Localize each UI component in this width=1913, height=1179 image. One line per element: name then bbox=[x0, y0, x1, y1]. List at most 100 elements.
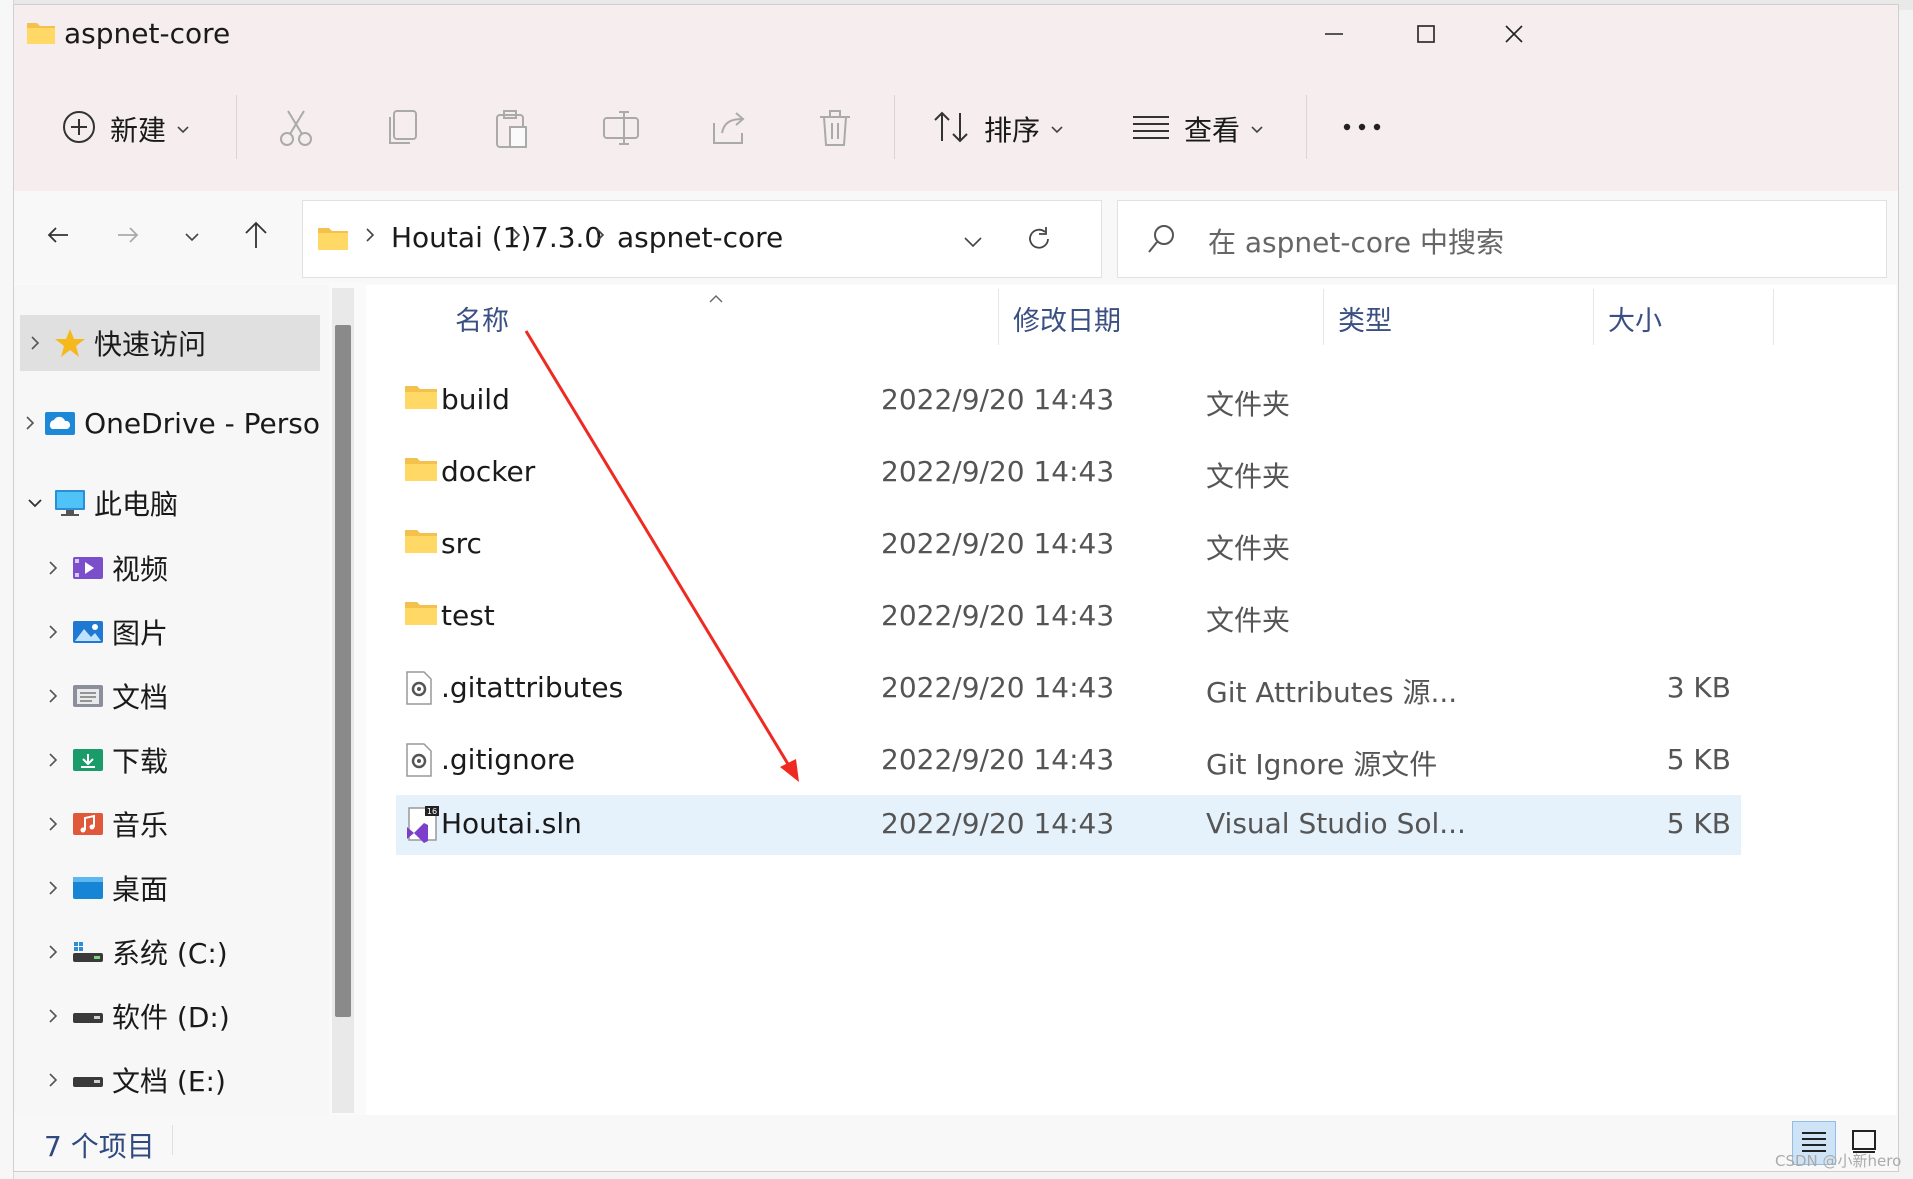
search-icon bbox=[1146, 223, 1176, 259]
view-button-label: 查看 bbox=[1184, 114, 1241, 147]
item-count: 7 个项目 bbox=[44, 1130, 155, 1163]
arrow-up-icon bbox=[243, 220, 269, 254]
file-explorer-window: aspnet-core 新建 排序 查看 Houtai (1) 7.3.0 as… bbox=[13, 4, 1899, 1172]
sidebar-item-label: 文档 (E:) bbox=[112, 1065, 226, 1098]
navigation-bar: Houtai (1) 7.3.0 aspnet-core 在 aspnet-co… bbox=[14, 191, 1898, 283]
sidebar-item-desktop[interactable]: 桌面 bbox=[38, 860, 338, 916]
file-size: 5 KB bbox=[1666, 807, 1731, 840]
drive-icon bbox=[72, 1064, 104, 1096]
file-size: 3 KB bbox=[1666, 671, 1731, 704]
sidebar-item-label: 下载 bbox=[112, 745, 169, 778]
navigation-pane: 快速访问 OneDrive - Perso 此电脑 视频 图片 文档 下载 音乐… bbox=[14, 285, 329, 1115]
recent-locations-button[interactable] bbox=[172, 217, 212, 257]
new-button[interactable]: 新建 bbox=[62, 109, 190, 149]
drive-icon bbox=[72, 1000, 104, 1032]
sidebar-item-downloads[interactable]: 下载 bbox=[38, 732, 338, 788]
chevron-right-icon[interactable] bbox=[38, 944, 68, 960]
breadcrumb-separator-icon bbox=[511, 227, 521, 247]
sidebar-item-label: OneDrive - Perso bbox=[84, 406, 320, 440]
search-input[interactable]: 在 aspnet-core 中搜索 bbox=[1208, 221, 1504, 261]
chevron-down-icon bbox=[1250, 120, 1264, 139]
refresh-icon[interactable] bbox=[1025, 225, 1053, 257]
sidebar-item-drive-d[interactable]: 软件 (D:) bbox=[38, 988, 338, 1044]
sidebar-item-label: 此电脑 bbox=[94, 488, 179, 521]
maximize-icon bbox=[1416, 24, 1436, 48]
column-divider[interactable] bbox=[1773, 289, 1774, 345]
sidebar-item-videos[interactable]: 视频 bbox=[38, 540, 338, 596]
paste-button[interactable] bbox=[494, 109, 530, 153]
system-drive-icon bbox=[72, 936, 104, 968]
search-box[interactable]: 在 aspnet-core 中搜索 bbox=[1117, 200, 1887, 278]
chevron-right-icon[interactable] bbox=[38, 624, 68, 640]
chevron-right-icon[interactable] bbox=[38, 816, 68, 832]
chevron-down-icon bbox=[1050, 120, 1064, 139]
breadcrumb-separator-icon bbox=[365, 227, 375, 247]
chevron-right-icon[interactable] bbox=[20, 335, 50, 351]
sidebar-item-label: 快速访问 bbox=[94, 328, 207, 361]
copy-button[interactable] bbox=[386, 109, 418, 151]
sidebar-scrollbar-thumb[interactable] bbox=[335, 325, 351, 1017]
sidebar-item-label: 图片 bbox=[112, 617, 169, 650]
column-divider[interactable] bbox=[1323, 289, 1324, 345]
cut-icon bbox=[278, 109, 314, 151]
sidebar-item-system-drive[interactable]: 系统 (C:) bbox=[38, 924, 338, 980]
visual-studio-solution-icon: 16 bbox=[404, 805, 440, 847]
minimize-button[interactable] bbox=[1304, 13, 1364, 59]
maximize-button[interactable] bbox=[1396, 13, 1456, 59]
chevron-right-icon[interactable] bbox=[38, 752, 68, 768]
sort-button-label: 排序 bbox=[984, 114, 1041, 147]
command-bar: 新建 排序 查看 bbox=[14, 67, 1898, 192]
desktop-icon bbox=[72, 872, 104, 904]
svg-text:16: 16 bbox=[427, 807, 437, 816]
chevron-right-icon[interactable] bbox=[38, 1072, 68, 1088]
chevron-right-icon[interactable] bbox=[38, 1008, 68, 1024]
column-header-type[interactable]: 类型 bbox=[1338, 299, 1392, 338]
view-button[interactable]: 查看 bbox=[1132, 109, 1264, 149]
status-bar: 7 个项目 bbox=[14, 1115, 1898, 1171]
breadcrumb-current[interactable]: aspnet-core bbox=[617, 221, 783, 254]
toolbar-separator bbox=[894, 95, 895, 159]
more-options-button[interactable] bbox=[1342, 117, 1382, 136]
toolbar-separator bbox=[236, 95, 237, 159]
sidebar-item-drive-e[interactable]: 文档 (E:) bbox=[38, 1052, 338, 1108]
delete-button[interactable] bbox=[818, 109, 852, 151]
sidebar-item-label: 系统 (C:) bbox=[112, 937, 228, 970]
sort-button[interactable]: 排序 bbox=[932, 109, 1064, 149]
toolbar-separator bbox=[1306, 95, 1307, 159]
file-list-pane: 名称 修改日期 类型 大小 build 2022/9/20 14:43 文件夹 … bbox=[366, 285, 1896, 1115]
folder-icon bbox=[26, 19, 56, 49]
sidebar-item-this-pc[interactable]: 此电脑 bbox=[20, 475, 320, 531]
sidebar-item-documents[interactable]: 文档 bbox=[38, 668, 338, 724]
pictures-icon bbox=[72, 616, 104, 648]
column-header-size[interactable]: 大小 bbox=[1608, 299, 1662, 338]
watermark: CSDN @小新hero bbox=[1775, 1152, 1902, 1170]
address-bar[interactable]: Houtai (1) 7.3.0 aspnet-core bbox=[302, 200, 1102, 278]
close-button[interactable] bbox=[1484, 13, 1544, 59]
arrow-right-icon bbox=[116, 225, 140, 249]
sidebar-item-label: 视频 bbox=[112, 553, 169, 586]
sidebar-item-quick-access[interactable]: 快速访问 bbox=[20, 315, 320, 371]
sidebar-item-onedrive[interactable]: OneDrive - Perso bbox=[20, 395, 320, 451]
sidebar-item-pictures[interactable]: 图片 bbox=[38, 604, 338, 660]
chevron-right-icon[interactable] bbox=[20, 415, 40, 431]
back-button[interactable] bbox=[38, 217, 78, 257]
chevron-down-icon[interactable] bbox=[20, 498, 50, 508]
chevron-right-icon[interactable] bbox=[38, 560, 68, 576]
rename-button[interactable] bbox=[602, 109, 640, 151]
breadcrumb-version[interactable]: 7.3.0 bbox=[531, 221, 602, 254]
sidebar-item-music[interactable]: 音乐 bbox=[38, 796, 338, 852]
chevron-right-icon[interactable] bbox=[38, 880, 68, 896]
chevron-right-icon[interactable] bbox=[38, 688, 68, 704]
forward-button[interactable] bbox=[108, 217, 148, 257]
documents-icon bbox=[72, 680, 104, 712]
file-type: 文件夹 bbox=[1206, 388, 1291, 421]
cut-button[interactable] bbox=[278, 109, 314, 151]
up-button[interactable] bbox=[236, 217, 276, 257]
star-icon bbox=[54, 327, 86, 359]
share-button[interactable] bbox=[710, 109, 748, 151]
column-divider[interactable] bbox=[1593, 289, 1594, 345]
paste-icon bbox=[494, 109, 530, 153]
file-name: Houtai.sln bbox=[441, 807, 582, 840]
address-history-button[interactable] bbox=[963, 233, 983, 252]
computer-icon bbox=[54, 487, 86, 519]
